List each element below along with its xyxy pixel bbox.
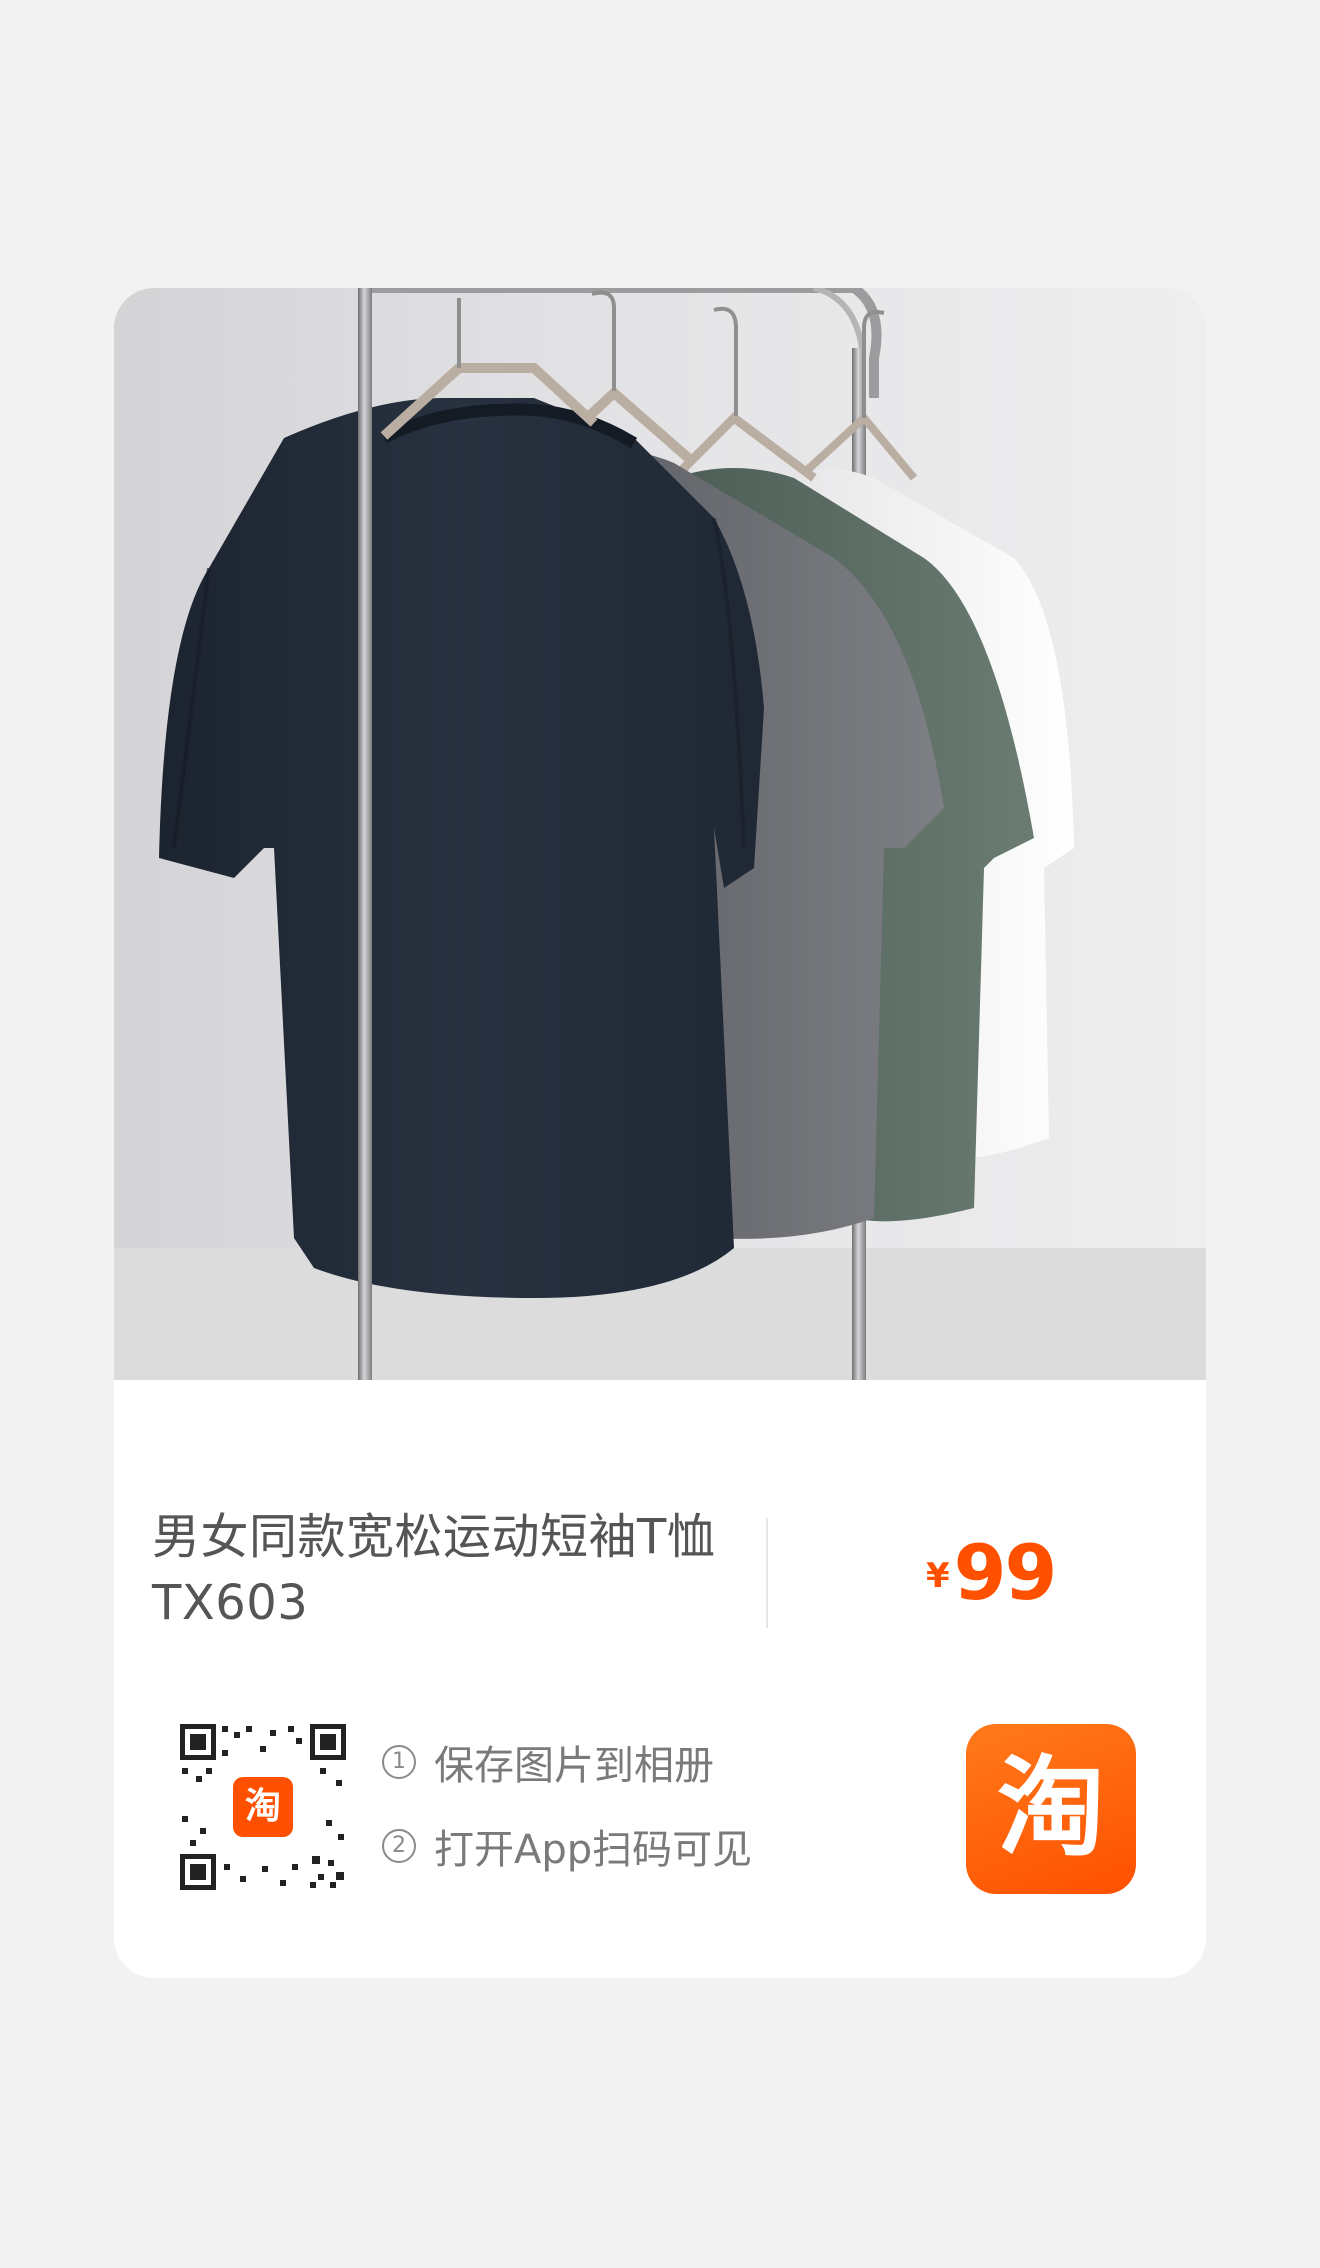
product-title: 男女同款宽松运动短袖T恤 TX603 xyxy=(152,1504,852,1636)
product-title-line2: TX603 xyxy=(152,1575,309,1631)
step-1-text: 保存图片到相册 xyxy=(434,1743,714,1789)
app-icon-glyph: 淘 xyxy=(996,1746,1105,1871)
step-open-app: 2 打开App扫码可见 xyxy=(382,1816,752,1876)
qr-badge-glyph: 淘 xyxy=(244,1786,281,1827)
qr-code: 淘 xyxy=(180,1724,346,1890)
taobao-app-icon: 淘 xyxy=(966,1724,1136,1894)
product-info-panel: 男女同款宽松运动短袖T恤 TX603 ¥99 淘 1 保存图片到相册 2 打开A… xyxy=(114,1380,1206,1978)
product-price: ¥99 xyxy=(926,1528,1058,1617)
divider xyxy=(766,1518,768,1628)
product-share-card: 男女同款宽松运动短袖T恤 TX603 ¥99 淘 1 保存图片到相册 2 打开A… xyxy=(114,288,1206,1978)
step-1-number: 1 xyxy=(382,1745,416,1779)
step-2-number: 2 xyxy=(382,1829,416,1863)
currency-symbol: ¥ xyxy=(926,1556,950,1596)
step-2-text: 打开App扫码可见 xyxy=(434,1827,753,1873)
share-steps: 1 保存图片到相册 2 打开App扫码可见 xyxy=(382,1732,752,1900)
price-amount: 99 xyxy=(953,1528,1058,1617)
qr-taobao-badge: 淘 xyxy=(233,1777,293,1837)
product-title-line1: 男女同款宽松运动短袖T恤 xyxy=(152,1509,716,1565)
step-save-image: 1 保存图片到相册 xyxy=(382,1732,752,1792)
product-image xyxy=(114,288,1206,1380)
